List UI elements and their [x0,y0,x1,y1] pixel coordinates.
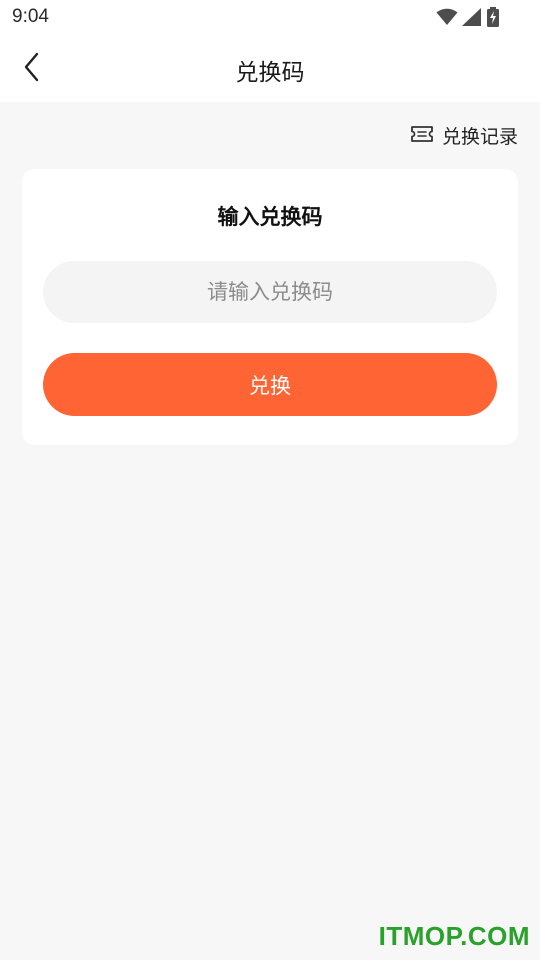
status-icons [436,7,500,27]
redeem-button[interactable]: 兑换 [43,353,497,416]
battery-icon [486,7,500,27]
signal-icon [462,8,482,26]
page-title: 兑换码 [235,60,305,86]
watermark: ITMOP.COM [378,921,530,951]
redeem-history-link[interactable]: 兑换记录 [410,122,518,149]
nav-bar: 兑换码 [0,36,540,102]
status-time: 9:04 [12,6,49,27]
card-title: 输入兑换码 [217,205,323,229]
redeem-code-input[interactable] [43,261,497,323]
wifi-icon [436,8,458,26]
ticket-icon [410,125,434,147]
redeem-history-label: 兑换记录 [441,126,518,148]
status-bar: 9:04 [0,0,540,36]
redeem-card: 输入兑换码 兑换 [22,169,518,445]
